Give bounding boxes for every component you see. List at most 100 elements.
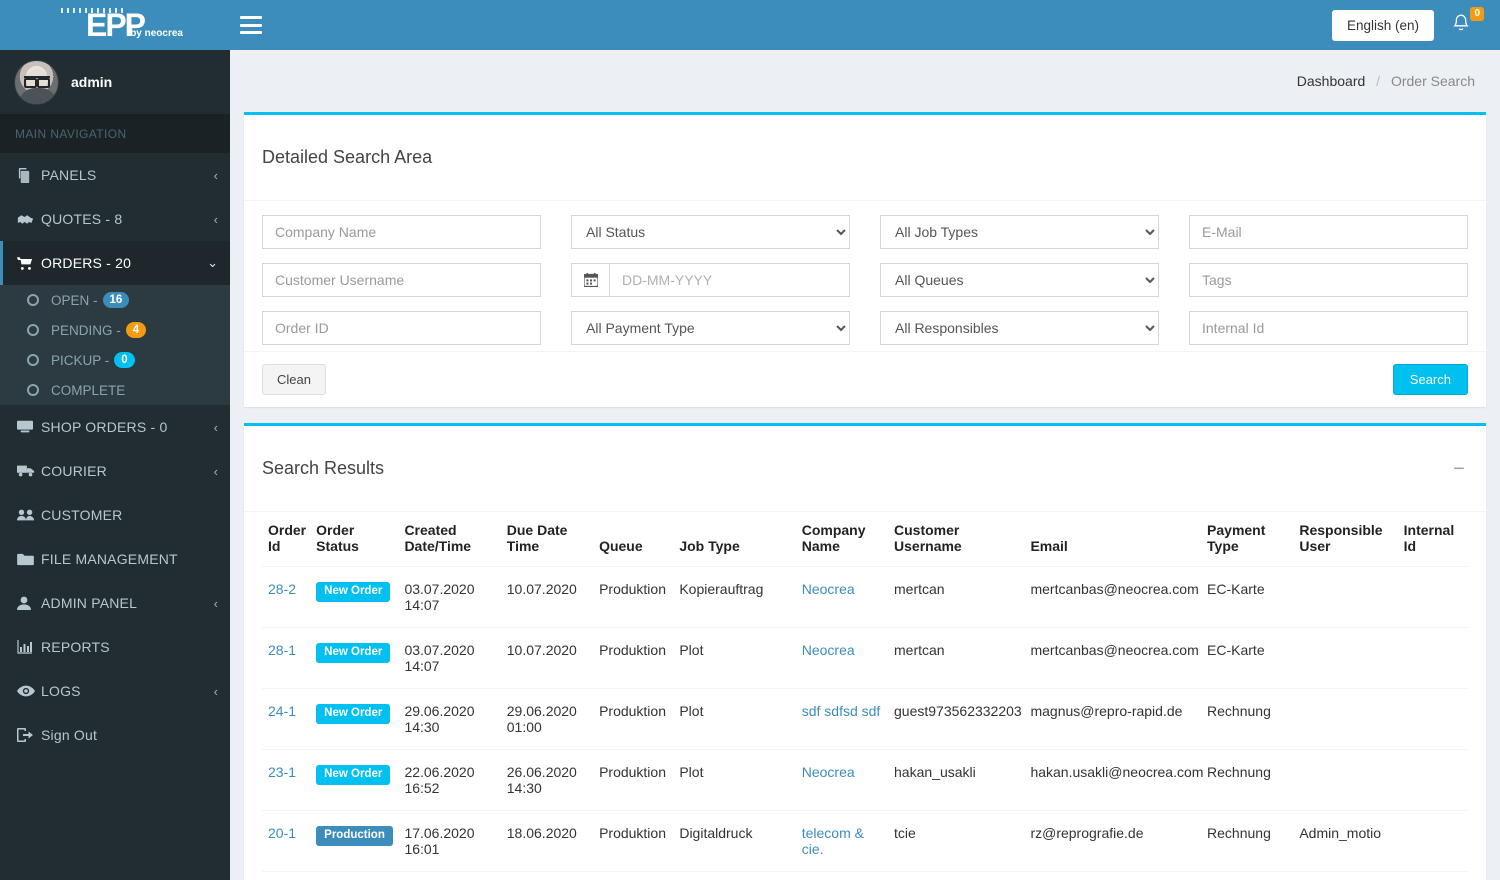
cell-job-type: Plot — [673, 627, 796, 689]
sidebar-subitem-pending[interactable]: PENDING - 4 — [0, 315, 230, 345]
search-panel-footer: Clean Search — [244, 351, 1486, 407]
cell-order-id-link[interactable]: 24-1 — [268, 703, 296, 719]
cell-queue: Produktion — [599, 581, 666, 597]
table-row[interactable]: 24-1 New Order 29.06.2020 14:30 29.06.2020 … — [262, 688, 1468, 750]
col-header-queue[interactable]: Queue — [593, 512, 674, 567]
cell-company-name[interactable]: Neocrea — [795, 627, 889, 689]
cell-company-name[interactable]: Neocrea — [796, 567, 888, 628]
email-input[interactable] — [1189, 215, 1468, 249]
company-name-input[interactable] — [262, 215, 541, 249]
col-header-email[interactable]: Email — [1024, 512, 1202, 567]
table-row[interactable]: 28-2 New Order 03.07.2020 14:07 10.07.2020 P… — [262, 567, 1468, 628]
queues-select[interactable]: All Queues — [880, 263, 1159, 297]
cell-order-id-link[interactable]: 28-2 — [268, 581, 296, 597]
col-header-responsible-user[interactable]: Responsible User — [1293, 512, 1398, 567]
table-row[interactable]: 20-1 Production 17.06.2020 16:01 18.06.2020… — [262, 810, 1468, 872]
sidebar-item-shop-orders[interactable]: SHOP ORDERS - 0 ‹ — [0, 405, 230, 449]
sidebar-item-orders[interactable]: ORDERS - 20 ⌄ — [0, 241, 230, 285]
breadcrumb-current: Order Search — [1390, 73, 1475, 89]
cell-company-name[interactable]: sdf sdfsd sdf — [795, 688, 889, 750]
cell-order-id[interactable]: 23-1 — [262, 749, 311, 811]
user-panel[interactable]: admin — [0, 50, 230, 115]
cell-internal-id — [1397, 627, 1468, 689]
cell-payment-type: Rechnung — [1201, 810, 1294, 872]
cell-order-id[interactable]: 24-1 — [262, 688, 311, 750]
sidebar-item-reports[interactable]: REPORTS — [0, 625, 230, 669]
tags-input[interactable] — [1189, 263, 1468, 297]
cell-company-name-link[interactable]: telecom & cie. — [802, 825, 864, 857]
sidebar-label-orders: ORDERS - 20 — [41, 255, 132, 271]
sidebar-item-file-management[interactable]: FILE MANAGEMENT — [0, 537, 230, 581]
logo-bar[interactable]: EPP by neocrea — [0, 0, 230, 50]
cell-order-id[interactable]: 28-1 — [262, 627, 311, 689]
col-header-company-name[interactable]: Company Name — [795, 512, 889, 567]
search-button[interactable]: Search — [1392, 364, 1468, 395]
cell-company-name-link[interactable]: Neocrea — [802, 642, 855, 658]
cell-order-id[interactable]: 28-2 — [262, 567, 310, 628]
col-header-customer-username[interactable]: Customer Username — [888, 512, 1025, 567]
cell-company-name[interactable]: Neocrea — [795, 871, 889, 880]
cell-order-id-link[interactable]: 28-1 — [268, 642, 296, 658]
col-header-payment-type[interactable]: Payment Type — [1201, 512, 1294, 567]
job-types-select[interactable]: All Job Types — [880, 215, 1159, 249]
cell-due-date: 19.06.2020 18:00 — [500, 871, 594, 880]
col-line1: Internal — [1403, 522, 1455, 538]
col-line1: Order — [268, 522, 307, 538]
col-header-internal-id[interactable]: Internal Id — [1397, 512, 1468, 567]
table-row[interactable]: 23-1 New Order 22.06.2020 16:52 26.06.2020 … — [262, 749, 1468, 811]
cell-due-date: 10.07.2020 — [506, 581, 577, 597]
col-header-job-type[interactable]: Job Type — [673, 512, 796, 567]
results-panel-title: Search Results — [262, 458, 385, 478]
cell-internal-id — [1397, 871, 1468, 880]
internal-id-input[interactable] — [1189, 311, 1468, 345]
payment-type-select[interactable]: All Payment Type — [571, 311, 850, 345]
responsibles-select[interactable]: All Responsibles — [880, 311, 1159, 345]
cell-company-name-link[interactable]: Neocrea — [802, 764, 855, 780]
eye-icon — [17, 685, 41, 697]
cell-company-name-link[interactable]: sdf sdfsd sdf — [802, 703, 881, 719]
col-header-order-id[interactable]: Order Id — [262, 512, 311, 567]
due-date-input[interactable] — [609, 263, 850, 297]
col-header-created[interactable]: Created Date/Time — [398, 512, 501, 567]
sidebar-subitem-pickup[interactable]: PICKUP - 0 — [0, 345, 230, 375]
cell-company-name-link[interactable]: Neocrea — [802, 581, 855, 597]
cell-company-name[interactable]: telecom & cie. — [795, 810, 889, 872]
cell-queue: Produktion — [593, 688, 674, 750]
cell-order-id[interactable]: 17-2 — [262, 871, 311, 880]
calendar-icon[interactable] — [571, 263, 609, 297]
chevron-left-icon: ‹ — [213, 595, 218, 611]
hamburger-menu-icon[interactable] — [240, 16, 262, 34]
cell-internal-id — [1398, 567, 1468, 628]
sidebar-item-quotes[interactable]: QUOTES - 8 ‹ — [0, 197, 230, 241]
table-row[interactable]: 17-2New Order15.06.2020 14:4219.06.2020 … — [262, 871, 1468, 880]
sidebar-item-sign-out[interactable]: Sign Out — [0, 713, 230, 757]
collapse-icon[interactable]: − — [1450, 459, 1468, 479]
sidebar-subitem-open[interactable]: OPEN - 16 — [0, 285, 230, 315]
notifications-button[interactable]: 0 — [1452, 7, 1484, 40]
language-selector-button[interactable]: English (en) — [1331, 9, 1434, 41]
sidebar-item-panels[interactable]: PANELS ‹ — [0, 153, 230, 197]
cell-responsible-user: Admin_motio — [1293, 871, 1398, 880]
sidebar-subitem-complete[interactable]: COMPLETE — [0, 375, 230, 405]
cell-company-name[interactable]: Neocrea — [795, 749, 889, 811]
queues-select-wrap: All Queues — [880, 263, 1159, 297]
cell-order-id-link[interactable]: 23-1 — [268, 764, 296, 780]
col-line2: Id — [1403, 538, 1417, 554]
sidebar-item-courier[interactable]: COURIER ‹ — [0, 449, 230, 493]
sidebar-item-customer[interactable]: CUSTOMER — [0, 493, 230, 537]
col-header-due-date[interactable]: Due Date Time — [500, 512, 594, 567]
cell-order-id[interactable]: 20-1 — [262, 810, 311, 872]
sidebar-item-logs[interactable]: LOGS ‹ — [0, 669, 230, 713]
status-select[interactable]: All Status — [571, 215, 850, 249]
clean-button[interactable]: Clean — [262, 364, 326, 395]
customer-username-input[interactable] — [262, 263, 541, 297]
col-header-order-status[interactable]: Order Status — [310, 512, 399, 567]
cell-order-status: New Order — [310, 567, 398, 628]
sidebar-item-admin-panel[interactable]: ADMIN PANEL ‹ — [0, 581, 230, 625]
order-id-input[interactable] — [262, 311, 541, 345]
table-row[interactable]: 28-1 New Order 03.07.2020 14:07 10.07.2020 P… — [262, 627, 1468, 689]
cell-responsible-user: Admin_motio — [1293, 810, 1398, 872]
breadcrumb-dashboard[interactable]: Dashboard — [1297, 73, 1366, 89]
sidebar: EPP by neocrea admin MAIN NAVIGATION PAN… — [0, 0, 230, 880]
cell-order-id-link[interactable]: 20-1 — [268, 825, 296, 841]
